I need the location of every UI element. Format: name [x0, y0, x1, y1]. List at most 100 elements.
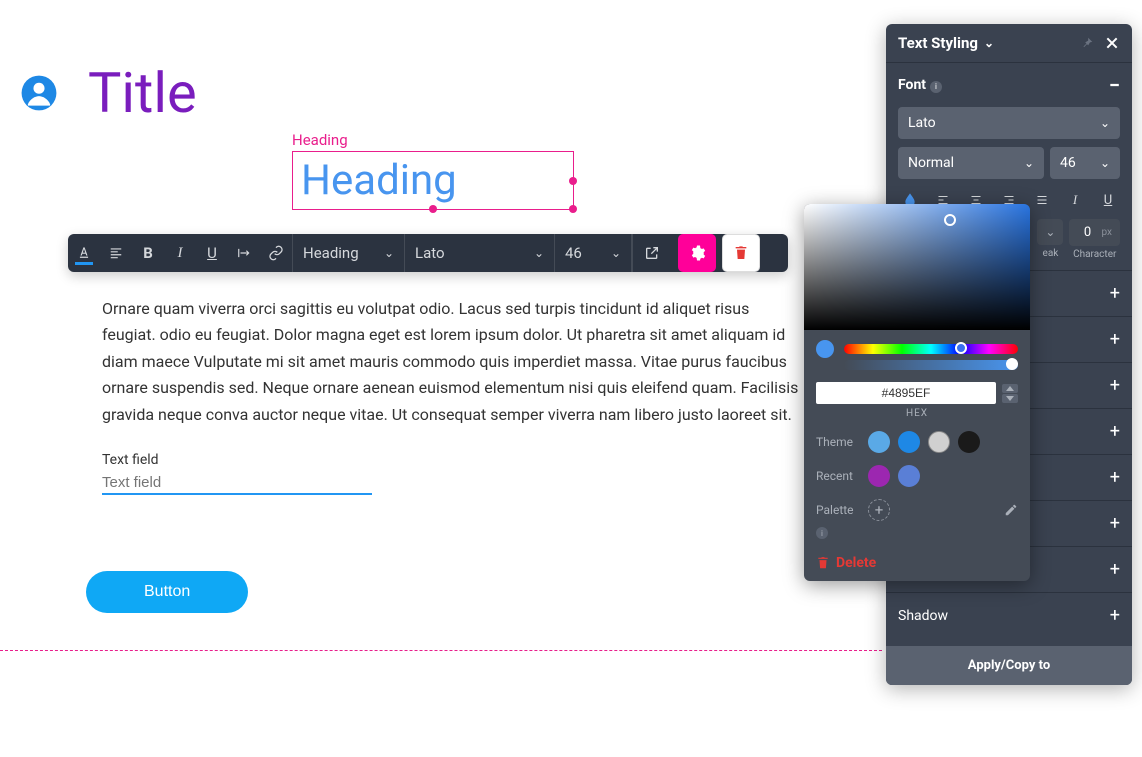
underline-icon: U — [207, 244, 217, 262]
text-field-label: Text field — [102, 452, 780, 468]
break-select[interactable]: ⌄ — [1037, 219, 1063, 245]
plus-icon: + — [1110, 283, 1120, 304]
external-icon — [644, 245, 660, 261]
align-justify-button[interactable] — [1030, 189, 1054, 211]
size-select[interactable]: 46⌄ — [554, 234, 632, 272]
underline-icon: U — [1104, 193, 1112, 208]
character-spacing-input[interactable]: 0px — [1069, 219, 1120, 246]
color-saturation-area[interactable] — [804, 204, 1030, 330]
italic-icon: I — [1073, 192, 1077, 208]
hue-handle[interactable] — [955, 342, 967, 354]
chevron-down-icon: ⌄ — [534, 246, 544, 260]
recent-swatch-1[interactable] — [868, 465, 890, 487]
palette-add-button[interactable]: + — [868, 499, 890, 521]
chevron-down-icon: ⌄ — [384, 246, 394, 260]
indent-button[interactable] — [228, 234, 260, 272]
apply-copy-to-button[interactable]: Apply/Copy to — [886, 646, 1132, 685]
underline-button[interactable]: U — [196, 234, 228, 272]
hex-spin-down[interactable] — [1002, 394, 1018, 403]
theme-label: Theme — [816, 435, 860, 449]
open-external-button[interactable] — [632, 234, 670, 272]
settings-button[interactable] — [678, 234, 716, 272]
hue-slider[interactable] — [844, 344, 1018, 354]
color-picker: HEX Theme Recent Palette + i Delete — [804, 204, 1030, 581]
resize-handle-bottom[interactable] — [429, 205, 437, 213]
resize-handle-right[interactable] — [569, 177, 577, 185]
primary-button[interactable]: Button — [86, 571, 248, 613]
color-preview — [816, 340, 834, 358]
info-icon[interactable]: i — [930, 81, 942, 93]
trash-icon — [816, 556, 830, 570]
font-section-header[interactable]: Fonti − — [886, 63, 1132, 107]
palette-label: Palette — [816, 503, 860, 517]
plus-icon: + — [1110, 559, 1120, 580]
collapse-icon[interactable]: − — [1109, 73, 1120, 97]
chevron-down-icon: ⌄ — [611, 246, 621, 260]
title-row: Title — [20, 60, 780, 126]
heading-text[interactable]: Heading — [301, 156, 565, 205]
link-icon — [268, 245, 284, 261]
font-size-select[interactable]: 46⌄ — [1050, 147, 1120, 179]
plus-icon: + — [1110, 375, 1120, 396]
font-weight-select[interactable]: Normal⌄ — [898, 147, 1044, 179]
hex-label: HEX — [804, 408, 1030, 425]
body-paragraph[interactable]: Ornare quam viverra orci sagittis eu vol… — [102, 296, 802, 428]
chevron-down-icon: ⌄ — [1100, 156, 1110, 170]
alpha-slider[interactable] — [844, 360, 1018, 370]
text-field-wrap: Text field — [102, 452, 780, 495]
chevron-down-icon[interactable]: ⌄ — [984, 36, 994, 50]
delete-button[interactable] — [722, 234, 760, 272]
info-icon[interactable]: i — [816, 527, 828, 539]
bold-button[interactable]: B — [132, 234, 164, 272]
plus-icon: + — [1110, 329, 1120, 350]
canvas: Title Heading Heading B I U Heading⌄ Lat… — [0, 0, 880, 613]
trash-icon — [733, 245, 749, 261]
color-cursor[interactable] — [944, 214, 956, 226]
chevron-down-icon: ⌄ — [1045, 225, 1055, 239]
selection-label: Heading — [292, 131, 780, 149]
align-left-icon — [108, 246, 124, 260]
font-family-select[interactable]: Lato⌄ — [898, 107, 1120, 139]
align-button[interactable] — [100, 234, 132, 272]
selected-heading-element[interactable]: Heading — [292, 151, 574, 210]
underline-toggle[interactable]: U — [1096, 189, 1120, 211]
delete-color-button[interactable]: Delete — [804, 545, 1030, 581]
text-toolbar: B I U Heading⌄ Lato⌄ 46⌄ — [68, 234, 788, 272]
italic-icon: I — [178, 245, 183, 262]
text-color-button[interactable] — [68, 234, 100, 272]
panel-header[interactable]: Text Styling⌄ — [886, 24, 1132, 62]
font-select[interactable]: Lato⌄ — [404, 234, 554, 272]
bold-icon: B — [143, 244, 153, 262]
theme-swatch-4[interactable] — [958, 431, 980, 453]
pin-icon[interactable] — [1080, 36, 1094, 50]
pencil-icon[interactable] — [1004, 503, 1018, 517]
hex-spin-up[interactable] — [1002, 384, 1018, 393]
italic-button[interactable]: I — [164, 234, 196, 272]
alpha-handle[interactable] — [1006, 358, 1018, 370]
section-boundary — [0, 650, 882, 651]
italic-toggle[interactable]: I — [1063, 189, 1087, 211]
shadow-section[interactable]: Shadow+ — [886, 592, 1132, 638]
theme-swatch-3[interactable] — [928, 431, 950, 453]
character-label: Character — [1073, 249, 1116, 260]
avatar-icon — [20, 74, 58, 112]
recent-swatch-2[interactable] — [898, 465, 920, 487]
gear-icon — [688, 244, 706, 262]
close-icon[interactable] — [1104, 35, 1120, 51]
align-justify-icon — [1034, 194, 1050, 206]
chevron-down-icon: ⌄ — [1100, 116, 1110, 130]
text-field-input[interactable] — [102, 472, 372, 495]
theme-swatch-1[interactable] — [868, 431, 890, 453]
plus-icon: + — [1110, 467, 1120, 488]
resize-handle-br[interactable] — [569, 205, 577, 213]
text-color-icon — [75, 241, 93, 265]
break-label: eak — [1043, 248, 1059, 259]
page-title[interactable]: Title — [88, 60, 197, 126]
hex-input[interactable] — [816, 382, 996, 404]
theme-swatch-2[interactable] — [898, 431, 920, 453]
recent-label: Recent — [816, 469, 860, 483]
style-select[interactable]: Heading⌄ — [292, 234, 404, 272]
plus-icon: + — [1110, 421, 1120, 442]
link-button[interactable] — [260, 234, 292, 272]
plus-icon: + — [1110, 513, 1120, 534]
